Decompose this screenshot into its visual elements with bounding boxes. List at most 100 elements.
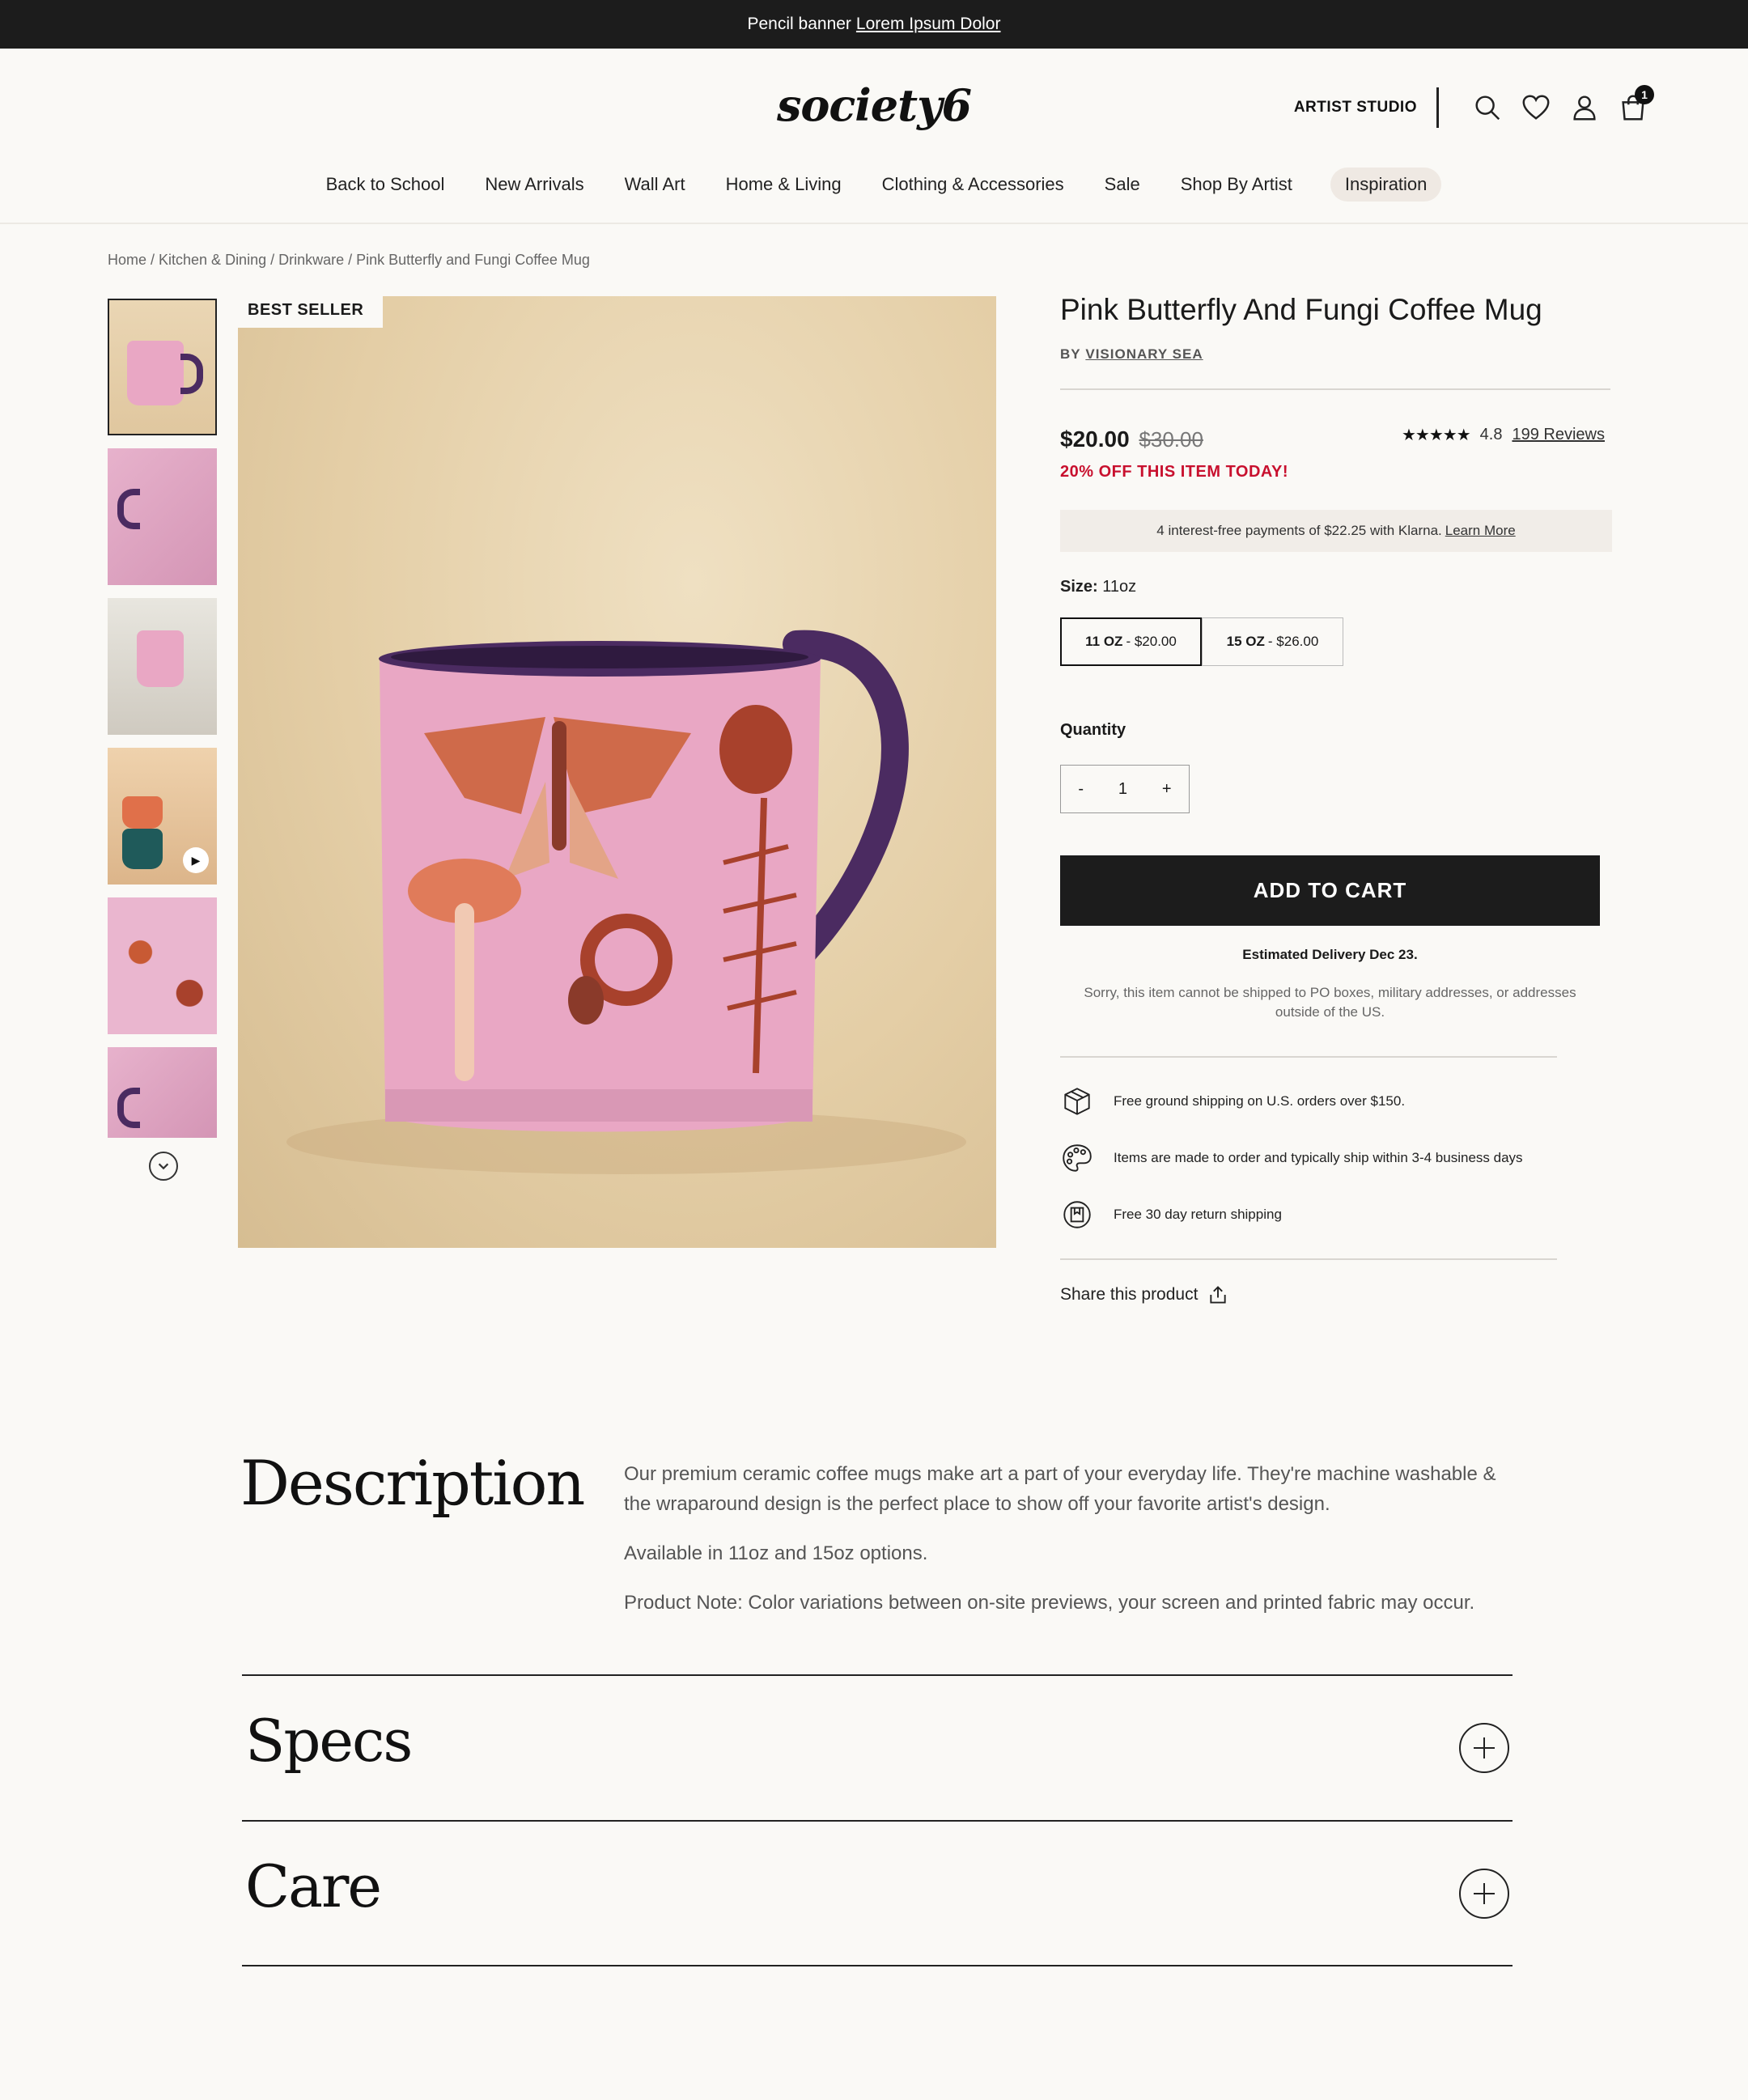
nav-clothing-accessories[interactable]: Clothing & Accessories <box>863 166 1084 203</box>
quantity-label: Quantity <box>1060 721 1126 739</box>
shipping-restriction-note: Sorry, this item cannot be shipped to PO… <box>1084 985 1576 1020</box>
size-selected-value: 11oz <box>1102 578 1137 596</box>
pencil-banner: Pencil banner Lorem Ipsum Dolor <box>0 0 1748 49</box>
size-option-name: 15 OZ <box>1226 634 1265 649</box>
divider <box>242 1965 1513 1966</box>
quantity-value[interactable]: 1 <box>1110 780 1135 799</box>
description-paragraph: Product Note: Color variations between o… <box>624 1592 1475 1614</box>
specs-expand-button[interactable] <box>1459 1723 1509 1773</box>
klarna-text: 4 interest-free payments of $22.25 with … <box>1156 523 1442 538</box>
discount-message: 20% OFF THIS ITEM TODAY! <box>1060 463 1289 481</box>
current-price: $20.00 <box>1060 426 1130 452</box>
by-prefix: BY <box>1060 346 1081 362</box>
nav-new-arrivals[interactable]: New Arrivals <box>465 166 603 203</box>
mug-thumbnail-image <box>122 829 163 869</box>
nav-home-living[interactable]: Home & Living <box>706 166 861 203</box>
search-icon[interactable] <box>1470 90 1505 125</box>
divider <box>1060 1056 1557 1058</box>
artist-studio-link[interactable]: ARTIST STUDIO <box>1294 99 1417 117</box>
nav-sale[interactable]: Sale <box>1085 166 1160 203</box>
plus-icon <box>1474 1737 1495 1758</box>
thumbnail-4-video[interactable]: ▶ <box>108 748 217 885</box>
banner-link[interactable]: Lorem Ipsum Dolor <box>856 15 1001 34</box>
description-paragraph: Available in 11oz and 15oz options. <box>624 1542 928 1564</box>
product-price: $20.00 $30.00 <box>1060 426 1203 452</box>
divider <box>1060 388 1610 390</box>
size-option-name: 11 OZ <box>1085 634 1123 649</box>
size-label: Size: 11oz <box>1060 578 1136 596</box>
description-heading: Description <box>240 1447 585 1519</box>
nav-wall-art[interactable]: Wall Art <box>605 166 705 203</box>
feature-text: Free 30 day return shipping <box>1114 1207 1282 1222</box>
size-options: 11 OZ - $20.00 15 OZ - $26.00 <box>1060 617 1343 666</box>
mug-thumbnail-image <box>122 796 163 829</box>
product-rating: ★★★★★ 4.8 199 Reviews <box>1402 425 1605 445</box>
feature-free-shipping: Free ground shipping on U.S. orders over… <box>1060 1084 1405 1118</box>
care-expand-button[interactable] <box>1459 1869 1509 1919</box>
mug-handle-image <box>117 1088 140 1128</box>
palette-icon <box>1063 1144 1092 1172</box>
artist-link[interactable]: VISIONARY SEA <box>1085 346 1203 362</box>
size-option-price: - $26.00 <box>1267 634 1319 649</box>
mug-thumbnail-image <box>127 341 184 405</box>
thumbnail-6[interactable] <box>108 1047 217 1138</box>
add-to-cart-button[interactable]: ADD TO CART <box>1060 855 1600 926</box>
site-header: society6 ARTIST STUDIO 1 Back to School … <box>0 49 1748 224</box>
feature-made-to-order: Items are made to order and typically sh… <box>1060 1141 1523 1175</box>
box-icon <box>1064 1088 1090 1115</box>
quantity-increase-button[interactable]: + <box>1154 780 1180 799</box>
feature-free-returns: Free 30 day return shipping <box>1060 1198 1282 1232</box>
nav-back-to-school[interactable]: Back to School <box>307 166 465 203</box>
banner-text: Pencil banner <box>747 15 851 33</box>
quantity-stepper: - 1 + <box>1060 765 1190 813</box>
klarna-learn-more-link[interactable]: Learn More <box>1445 523 1516 539</box>
klarna-banner: 4 interest-free payments of $22.25 with … <box>1060 510 1612 552</box>
mug-thumbnail-image <box>137 630 184 687</box>
size-option-price: - $20.00 <box>1126 634 1177 649</box>
star-rating-icon: ★★★★★ <box>1402 426 1471 444</box>
main-nav: Back to School New Arrivals Wall Art Hom… <box>0 166 1748 203</box>
rating-value: 4.8 <box>1479 426 1503 443</box>
description-paragraph: Our premium ceramic coffee mugs make art… <box>624 1463 1496 1515</box>
feature-text: Items are made to order and typically sh… <box>1114 1150 1523 1165</box>
size-label-prefix: Size: <box>1060 578 1098 596</box>
thumbnail-scroll-down-button[interactable] <box>149 1152 178 1181</box>
thumbnail-3[interactable] <box>108 598 217 735</box>
estimated-delivery: Estimated Delivery Dec 23. <box>1242 947 1418 962</box>
description-body: Our premium ceramic coffee mugs make art… <box>624 1459 1522 1637</box>
thumbnail-1[interactable] <box>108 299 217 435</box>
share-icon <box>1210 1286 1227 1304</box>
cart-icon[interactable]: 1 <box>1615 85 1654 125</box>
nav-inspiration[interactable]: Inspiration <box>1330 168 1442 202</box>
user-icon[interactable] <box>1567 90 1602 125</box>
specs-accordion[interactable]: Specs <box>242 1674 1513 1820</box>
nav-shop-by-artist[interactable]: Shop By Artist <box>1161 166 1312 203</box>
share-product-button[interactable]: Share this product <box>1060 1284 1228 1305</box>
cart-count-badge: 1 <box>1635 85 1654 104</box>
mug-illustration <box>286 630 966 1174</box>
size-option-15oz[interactable]: 15 OZ - $26.00 <box>1202 617 1343 666</box>
care-accordion[interactable]: Care <box>242 1820 1513 1966</box>
size-option-11oz[interactable]: 11 OZ - $20.00 <box>1060 617 1202 666</box>
reviews-link[interactable]: 199 Reviews <box>1512 426 1605 444</box>
header-actions: ARTIST STUDIO 1 <box>1294 85 1654 128</box>
heart-icon[interactable] <box>1518 90 1554 125</box>
original-price: $30.00 <box>1139 427 1203 452</box>
thumbnail-5[interactable] <box>108 897 217 1034</box>
mug-handle-image <box>117 489 140 529</box>
thumbnail-2[interactable] <box>108 448 217 585</box>
mug-handle-image <box>180 354 203 394</box>
thumbnail-rail: ▶ <box>108 299 217 1151</box>
divider <box>1060 1258 1557 1260</box>
chevron-down-icon <box>158 1163 169 1170</box>
return-icon <box>1063 1201 1091 1228</box>
breadcrumb[interactable]: Home / Kitchen & Dining / Drinkware / Pi… <box>108 252 590 269</box>
main-product-image[interactable]: BEST SELLER <box>238 296 996 1248</box>
header-divider <box>1436 87 1439 128</box>
play-icon[interactable]: ▶ <box>183 847 209 873</box>
share-label: Share this product <box>1060 1285 1199 1304</box>
feature-text: Free ground shipping on U.S. orders over… <box>1114 1093 1406 1109</box>
quantity-decrease-button[interactable]: - <box>1070 780 1092 799</box>
plus-icon <box>1474 1883 1495 1904</box>
product-artist: BY VISIONARY SEA <box>1060 346 1203 363</box>
